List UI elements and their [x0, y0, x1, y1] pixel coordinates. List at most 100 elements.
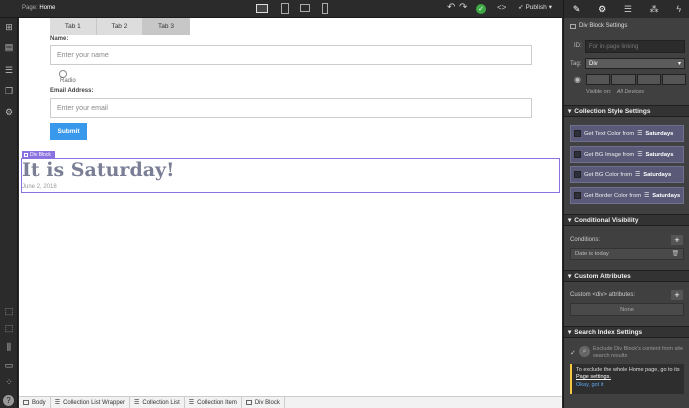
get-bg-color-button[interactable]: Get BG Color from ☰ Saturdays: [570, 166, 684, 183]
navigator-icon[interactable]: ⁘: [3, 377, 15, 388]
body-icon: [23, 400, 29, 405]
tag-label: Tag:: [570, 61, 582, 67]
id-input[interactable]: For in-page linking: [585, 40, 685, 53]
interactions-icon[interactable]: ⁂: [650, 4, 659, 15]
select-tool-icon[interactable]: ⬚: [3, 306, 15, 317]
panel-tabs: ✎ ⚙ ☰ ⁂ ϟ: [564, 0, 689, 18]
redo-icon[interactable]: ↷: [459, 2, 467, 13]
collection-icon: ☰: [54, 400, 61, 406]
chevron-down-icon: ▾: [568, 273, 572, 280]
div-block-icon: [570, 23, 576, 29]
email-input[interactable]: Enter your email: [50, 98, 532, 118]
collection-icon: ☰: [644, 192, 650, 199]
page-heading: It is Saturday!: [22, 159, 175, 181]
tag-select[interactable]: Div ▾: [585, 58, 685, 69]
help-icon[interactable]: ?: [3, 395, 14, 406]
settings-title: Div Block Settings: [570, 23, 627, 29]
selected-element-badge: Div Block: [22, 151, 55, 158]
conditions-label: Conditions:: [570, 237, 601, 243]
get-border-color-button[interactable]: Get Border Color from ☰ Saturdays: [570, 187, 684, 204]
date-text: June 2, 2018: [22, 184, 57, 190]
breadcrumb: Body ☰ Collection List Wrapper ☰ Collectio…: [19, 396, 562, 408]
checkmark-icon[interactable]: ✓: [570, 349, 576, 357]
collection-style-section-header[interactable]: ▾ Collection Style Settings: [564, 105, 689, 117]
pages-icon[interactable]: ▤: [3, 42, 15, 53]
visibility-device-toggles: [586, 74, 686, 85]
lightning-icon[interactable]: ϟ: [676, 4, 681, 14]
settings-panel: ✎ ⚙ ☰ ⁂ ϟ Div Block Settings ID: For in-…: [563, 0, 689, 408]
collection-icon: ☰: [637, 130, 643, 137]
add-panel-icon[interactable]: ⊞: [3, 22, 15, 33]
mobile-portrait-toggle[interactable]: [661, 74, 686, 85]
chevron-down-icon: ▾: [568, 217, 572, 224]
tablet-toggle[interactable]: [611, 74, 636, 85]
breadcrumb-item-collection-list[interactable]: ☰ Collection List: [130, 397, 185, 408]
page-label: Page:: [22, 5, 38, 11]
submit-button[interactable]: Submit: [50, 123, 87, 140]
chevron-down-icon: ▾: [568, 329, 572, 336]
custom-attributes-section-header[interactable]: ▾ Custom Attributes: [564, 270, 689, 282]
page-name: Home: [39, 5, 56, 11]
mobile-landscape-toggle[interactable]: [636, 74, 661, 85]
add-attribute-button[interactable]: +: [671, 290, 683, 300]
breadcrumb-item-div-block[interactable]: Div Block: [242, 397, 285, 408]
collection-icon: ☰: [188, 400, 195, 406]
grid-icon[interactable]: ⫼: [3, 342, 15, 353]
name-input[interactable]: Enter your name: [50, 45, 532, 65]
get-text-color-button[interactable]: Get Text Color from ☰ Saturdays: [570, 125, 684, 142]
undo-icon[interactable]: ↶: [447, 2, 455, 13]
id-label: ID:: [574, 43, 582, 49]
tab-3[interactable]: Tab 3: [143, 18, 190, 35]
page-settings-link[interactable]: Page settings.: [576, 374, 611, 380]
desktop-view-icon[interactable]: [256, 4, 268, 13]
design-canvas[interactable]: Tab 1 Tab 2 Tab 3 Name: Enter your name …: [19, 18, 562, 396]
tablet-view-icon[interactable]: [281, 3, 289, 14]
rocket-icon: ➶: [518, 4, 524, 11]
settings-gear-icon[interactable]: ⚙: [3, 107, 15, 118]
breadcrumb-item-collection-item[interactable]: ☰ Collection Item: [185, 397, 242, 408]
cms-icon[interactable]: ☰: [3, 65, 15, 76]
search-index-section-header[interactable]: ▾ Search Index Settings: [564, 326, 689, 338]
preview-icon[interactable]: ▭: [3, 360, 15, 371]
trash-icon[interactable]: 🗑: [672, 251, 679, 257]
settings-gear-icon[interactable]: ⚙: [598, 4, 606, 15]
saved-check-icon: ✓: [476, 4, 486, 14]
style-brush-icon[interactable]: ✎: [573, 4, 581, 15]
add-condition-button[interactable]: +: [671, 235, 683, 245]
collection-icon: ☰: [134, 400, 140, 406]
assets-icon[interactable]: ❐: [3, 86, 15, 97]
code-export-icon[interactable]: <>: [497, 3, 506, 12]
page-selector[interactable]: Page: Home: [22, 5, 55, 11]
radio-button[interactable]: [59, 70, 67, 78]
search-icon: ⌕: [579, 346, 590, 357]
collection-icon: ☰: [637, 151, 643, 158]
collection-icon: ☰: [635, 171, 641, 178]
info-notice: To exclude the whole Home page, go to it…: [570, 364, 684, 394]
color-swatch-icon: [574, 171, 581, 178]
name-label: Name:: [50, 36, 69, 42]
top-toolbar: Page: Home ↶ ↷ ✓ <> ➶ Publish ▾: [0, 0, 562, 18]
desktop-toggle[interactable]: [586, 74, 611, 85]
conditional-visibility-section-header[interactable]: ▾ Conditional Visibility: [564, 214, 689, 226]
custom-attributes-label: Custom <div> attributes:: [570, 292, 636, 298]
mobile-portrait-icon[interactable]: [322, 3, 328, 14]
div-block-icon: [24, 152, 28, 157]
guide-icon[interactable]: ⬚: [3, 323, 15, 334]
image-swatch-icon: [574, 151, 581, 158]
publish-button[interactable]: ➶ Publish ▾: [518, 3, 553, 12]
color-swatch-icon: [574, 130, 581, 137]
breadcrumb-item-body[interactable]: Body: [19, 397, 51, 408]
tab-2[interactable]: Tab 2: [96, 18, 144, 35]
get-bg-image-button[interactable]: Get BG Image from ☰ Saturdays: [570, 146, 684, 163]
radio-label: Radio: [60, 78, 76, 84]
breadcrumb-item-collection-list-wrapper[interactable]: ☰ Collection List Wrapper: [51, 397, 130, 408]
condition-row[interactable]: Date is today 🗑: [570, 248, 684, 260]
chevron-down-icon: ▾: [548, 4, 553, 11]
okay-got-it-link[interactable]: Okay, got it: [576, 382, 603, 388]
navigator-icon[interactable]: ☰: [624, 4, 632, 15]
mobile-landscape-icon[interactable]: [300, 4, 310, 12]
div-block-icon: [245, 400, 252, 405]
color-swatch-icon: [574, 192, 581, 199]
tab-1[interactable]: Tab 1: [50, 18, 97, 35]
attributes-empty: None: [570, 303, 684, 316]
